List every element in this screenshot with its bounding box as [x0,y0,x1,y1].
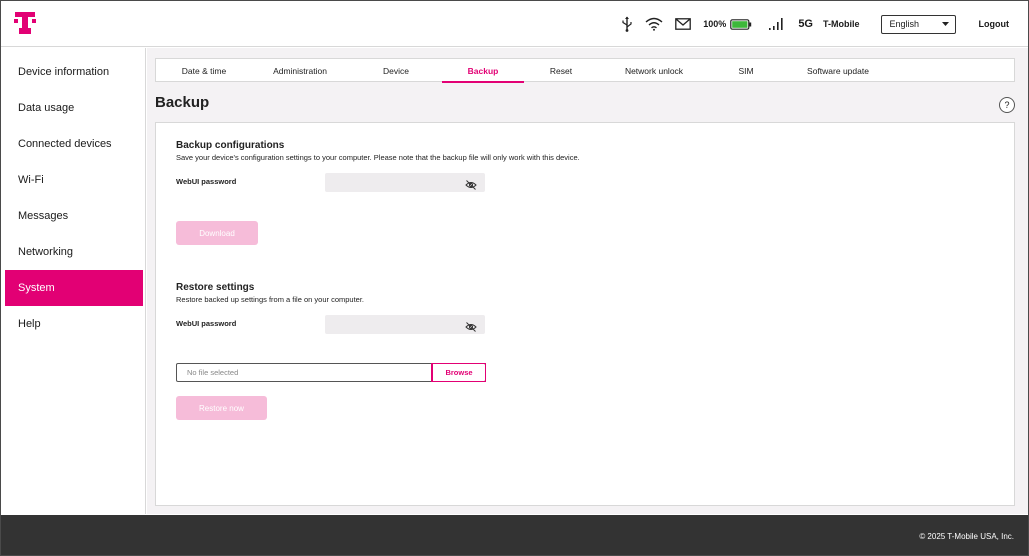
file-name-display: No file selected [187,368,239,377]
backup-panel: Backup configurations Save your device's… [155,122,1015,506]
language-select[interactable]: English [880,14,956,34]
download-button[interactable]: Download [176,221,258,245]
help-button[interactable]: ? [999,97,1015,113]
tab-reset[interactable]: Reset [524,59,598,82]
wifi-icon [645,17,663,31]
sidebar-item-system[interactable]: System [5,270,143,306]
tab-administration[interactable]: Administration [252,59,348,82]
browse-button[interactable]: Browse [431,363,486,382]
restore-now-button[interactable]: Restore now [176,396,267,420]
usb-icon [621,16,633,32]
sidebar-item-connected-devices[interactable]: Connected devices [5,126,143,162]
sidebar-item-messages[interactable]: Messages [5,198,143,234]
chevron-down-icon [941,19,949,29]
page-title: Backup [155,94,210,111]
sidebar-item-data-usage[interactable]: Data usage [5,90,143,126]
battery-percent: 100% [703,19,727,29]
backup-section-description: Save your device's configuration setting… [176,153,580,162]
file-picker[interactable]: No file selected Browse [176,363,486,382]
tab-backup[interactable]: Backup [442,59,524,83]
sidebar-item-networking[interactable]: Networking [5,234,143,270]
top-header: 100% 5G T-Mobile English Logout [1,1,1028,47]
restore-section-description: Restore backed up settings from a file o… [176,295,365,304]
copyright-text: © 2025 T-Mobile USA, Inc. [919,532,1014,541]
eye-off-icon[interactable] [465,319,477,337]
sidebar-item-wifi[interactable]: Wi-Fi [5,162,143,198]
restore-password-input[interactable] [325,315,485,334]
logout-link[interactable]: Logout [979,19,1010,29]
t-mobile-logo[interactable] [14,11,36,35]
backup-password-label: WebUI password [176,177,237,186]
battery-icon [730,18,752,30]
tab-date-time[interactable]: Date & time [156,59,252,82]
network-type: 5G [798,18,813,30]
backup-password-input[interactable] [325,173,485,192]
carrier-name: T-Mobile [823,19,860,29]
tab-device[interactable]: Device [348,59,444,82]
status-bar: 100% 5G T-Mobile English Logout [621,1,1028,47]
tab-sim[interactable]: SIM [710,59,782,82]
tab-network-unlock[interactable]: Network unlock [598,59,710,82]
backup-section-title: Backup configurations [176,140,285,151]
sidebar: Device information Data usage Connected … [1,48,146,514]
main-content: Date & time Administration Device Backup… [147,48,1028,514]
eye-off-icon[interactable] [465,177,477,195]
footer: © 2025 T-Mobile USA, Inc. [1,515,1028,555]
language-value: English [889,19,920,29]
sidebar-item-help[interactable]: Help [5,306,143,342]
tab-software-update[interactable]: Software update [782,59,894,82]
restore-password-label: WebUI password [176,319,237,328]
messages-icon[interactable] [675,18,692,30]
system-tabs: Date & time Administration Device Backup… [155,58,1015,83]
sidebar-item-device-information[interactable]: Device information [5,54,143,90]
signal-strength-icon [768,18,784,30]
restore-section-title: Restore settings [176,282,255,293]
